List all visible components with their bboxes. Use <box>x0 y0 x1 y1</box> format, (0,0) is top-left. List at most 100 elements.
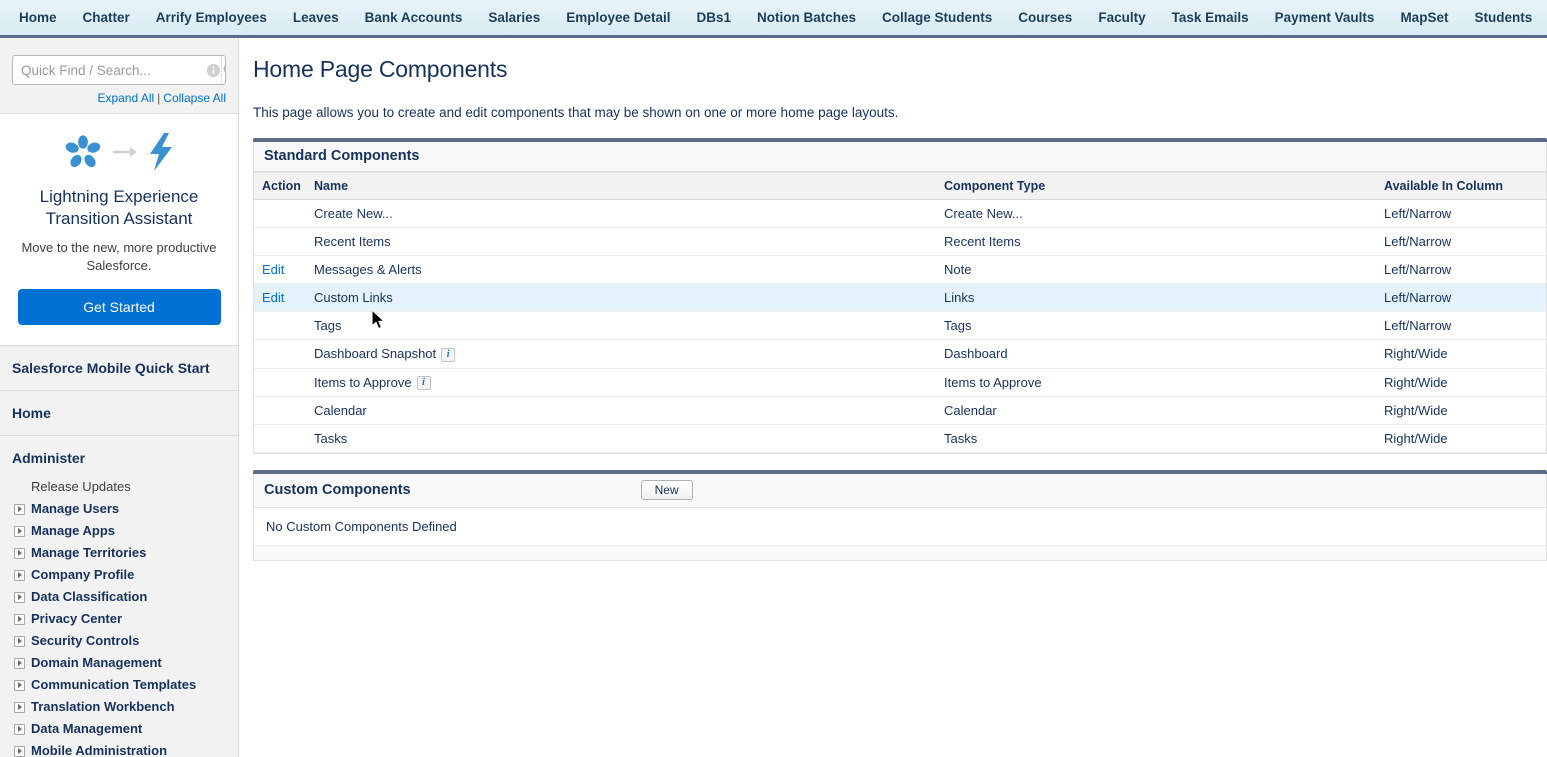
sidebar-item-release-updates[interactable]: Release Updates <box>12 476 226 498</box>
sidebar-item-mobile-administration[interactable]: Mobile Administration <box>12 740 226 757</box>
top-navigation-bar: Home Chatter Arrify Employees Leaves Bank Ac… <box>0 0 1547 38</box>
custom-components-heading: Custom Components <box>264 482 411 499</box>
column-header-action[interactable]: Action <box>254 172 306 200</box>
sidebar-item-security-controls[interactable]: Security Controls <box>12 630 226 652</box>
expand-triangle-icon[interactable] <box>14 613 25 625</box>
sidebar-item-label: Release Updates <box>31 479 131 494</box>
expand-triangle-icon[interactable] <box>14 679 25 691</box>
standard-components-panel: Standard Components Action Name Componen… <box>253 138 1547 455</box>
info-icon[interactable]: i <box>441 347 456 362</box>
cell-component-type: Recent Items <box>936 227 1376 256</box>
sidebar-item-manage-apps[interactable]: Manage Apps <box>12 520 226 542</box>
component-name: Create New... <box>314 206 393 221</box>
collapse-all-link[interactable]: Collapse All <box>163 91 226 105</box>
standard-components-rows: Create New... Create New... Left/Narrow Rec… <box>254 199 1546 454</box>
custom-components-body: No Custom Components Defined <box>253 508 1547 562</box>
cell-component-type: Tasks <box>936 424 1376 454</box>
component-name: Tasks <box>314 431 348 447</box>
expand-triangle-icon[interactable] <box>14 745 25 757</box>
expand-triangle-icon[interactable] <box>14 503 25 515</box>
expand-all-link[interactable]: Expand All <box>97 91 154 105</box>
standard-components-header: Standard Components <box>253 142 1547 172</box>
cell-action <box>254 424 306 454</box>
tab-notion-batches[interactable]: Notion Batches <box>744 2 869 34</box>
tab-employee-detail[interactable]: Employee Detail <box>553 2 683 34</box>
cell-action: Edit <box>254 283 306 312</box>
info-icon[interactable]: i <box>416 376 431 391</box>
table-row: Edit Messages & Alerts Note Left/Narrow <box>254 255 1546 284</box>
expand-triangle-icon[interactable] <box>14 701 25 713</box>
component-name: Messages & Alerts <box>314 262 422 277</box>
tab-students[interactable]: Students <box>1461 2 1545 34</box>
cell-available-in-column: Right/Wide <box>1376 368 1546 398</box>
tab-bank-accounts[interactable]: Bank Accounts <box>352 2 476 34</box>
column-header-name[interactable]: Name <box>306 172 936 200</box>
cell-component-type: Links <box>936 283 1376 312</box>
tab-task-emails[interactable]: Task Emails <box>1159 2 1262 34</box>
cell-name: Calendar <box>306 396 936 426</box>
sidebar-item-data-management[interactable]: Data Management <box>12 718 226 740</box>
sidebar-item-translation-workbench[interactable]: Translation Workbench <box>12 696 226 718</box>
new-custom-component-button[interactable]: New <box>640 480 693 501</box>
administer-tree: Release Updates Manage Users Manage Apps Ma… <box>12 476 226 757</box>
sidebar-item-communication-templates[interactable]: Communication Templates <box>12 674 226 696</box>
expand-triangle-icon[interactable] <box>14 525 25 537</box>
cell-name: Messages & Alerts <box>306 255 936 284</box>
tab-dbs1[interactable]: DBs1 <box>684 2 745 34</box>
table-row: Items to Approve i Items to Approve Right/W… <box>254 368 1546 398</box>
cell-available-in-column: Right/Wide <box>1376 396 1546 426</box>
expand-triangle-icon[interactable] <box>14 547 25 559</box>
expand-triangle-icon[interactable] <box>14 635 25 647</box>
tab-home[interactable]: Home <box>6 2 70 34</box>
get-started-button[interactable]: Get Started <box>17 289 221 325</box>
sidebar-item-manage-users[interactable]: Manage Users <box>12 498 226 520</box>
tab-arrify-employees[interactable]: Arrify Employees <box>143 2 280 34</box>
column-header-component-type[interactable]: Component Type <box>936 172 1376 200</box>
tab-payment-vaults[interactable]: Payment Vaults <box>1262 2 1388 34</box>
sidebar-item-home[interactable]: Home <box>0 391 238 436</box>
info-icon[interactable] <box>206 56 221 84</box>
edit-link[interactable]: Edit <box>262 290 284 305</box>
component-name: Recent Items <box>314 234 391 249</box>
table-header-row: Action Name Component Type Available In … <box>254 172 1546 200</box>
tab-salaries[interactable]: Salaries <box>475 2 553 34</box>
tab-leaves[interactable]: Leaves <box>280 2 352 34</box>
tab-courses[interactable]: Courses <box>1005 2 1085 34</box>
cell-name: Tasks <box>306 424 936 454</box>
quick-find-search-box[interactable] <box>12 55 226 85</box>
sidebar-item-domain-management[interactable]: Domain Management <box>12 652 226 674</box>
page-title: Home Page Components <box>253 56 508 82</box>
tab-mapset[interactable]: MapSet <box>1387 2 1461 34</box>
sidebar-item-manage-territories[interactable]: Manage Territories <box>12 542 226 564</box>
main-content: Home Page Components This page allows yo… <box>239 38 1547 757</box>
expand-triangle-icon[interactable] <box>14 723 25 735</box>
column-header-available-in-column[interactable]: Available In Column <box>1376 172 1546 200</box>
component-name: Calendar <box>314 403 367 419</box>
cell-component-type: Note <box>936 255 1376 284</box>
expand-triangle-icon[interactable] <box>14 591 25 603</box>
sidebar-item-company-profile[interactable]: Company Profile <box>12 564 226 586</box>
link-separator: | <box>157 91 161 105</box>
sidebar-item-mobile-quick-start[interactable]: Salesforce Mobile Quick Start <box>0 346 238 391</box>
salesforce-cloud-icon <box>64 134 102 173</box>
administer-section: Administer Release Updates Manage Users Ma… <box>0 436 238 757</box>
sidebar-item-label: Domain Management <box>31 655 162 670</box>
cell-name: Custom Links <box>306 283 936 312</box>
standard-components-body: Action Name Component Type Available In … <box>253 172 1547 455</box>
edit-link[interactable]: Edit <box>262 262 284 277</box>
expand-triangle-icon[interactable] <box>14 657 25 669</box>
cell-action <box>254 368 306 398</box>
tab-collage-students[interactable]: Collage Students <box>869 2 1005 34</box>
sidebar-item-data-classification[interactable]: Data Classification <box>12 586 226 608</box>
tab-faculty[interactable]: Faculty <box>1085 2 1158 34</box>
panel-footer-spacer <box>254 546 1546 561</box>
table-row: Recent Items Recent Items Left/Narrow <box>254 227 1546 256</box>
sidebar-item-privacy-center[interactable]: Privacy Center <box>12 608 226 630</box>
expand-triangle-icon[interactable] <box>14 569 25 581</box>
lightning-bolt-icon <box>148 132 174 174</box>
table-row: Create New... Create New... Left/Narrow <box>254 199 1546 228</box>
cell-action <box>254 311 306 340</box>
search-input[interactable] <box>13 56 206 84</box>
search-icon[interactable] <box>221 56 225 84</box>
tab-chatter[interactable]: Chatter <box>70 2 143 34</box>
